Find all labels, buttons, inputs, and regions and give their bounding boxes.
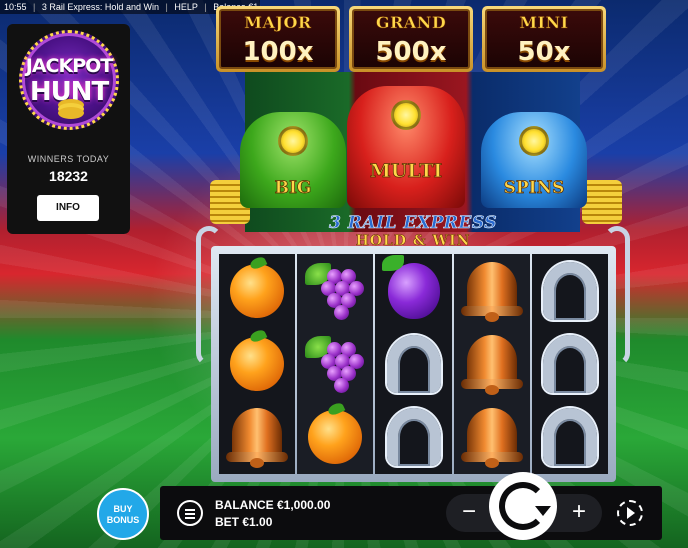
reel-column: [453, 254, 530, 474]
train-multi: MULTI: [347, 86, 465, 208]
separator: |: [204, 2, 207, 12]
reel-cell: [375, 254, 451, 327]
reel-cell: [532, 254, 608, 327]
hamburger-menu-icon[interactable]: [177, 500, 203, 526]
bet-display: BET €1.00: [215, 515, 273, 529]
reel-cell: [297, 327, 373, 400]
grapes-icon: [305, 332, 365, 396]
reel-cell: [454, 254, 530, 327]
reel-column: [375, 254, 452, 474]
jackpot-major: MAJOR 100x: [216, 6, 340, 72]
grapes-icon: [305, 259, 365, 323]
reel-cell: [297, 401, 373, 474]
reel-cell: [532, 327, 608, 400]
jackpot-grand: GRAND 500x: [349, 6, 473, 72]
reel-frame: [211, 246, 616, 482]
reel-column: [219, 254, 296, 474]
train-label: BIG: [274, 178, 312, 199]
buy-bonus-button[interactable]: BUY BONUS: [97, 488, 149, 540]
buy-bonus-label-line1: BUY: [113, 504, 133, 514]
balance-display: BALANCE €1,000.00: [215, 498, 331, 512]
reel-cell: [532, 401, 608, 474]
jackpot-multiplier: 100x: [242, 37, 314, 67]
clock: 10:55: [4, 2, 27, 12]
train-label: MULTI: [369, 160, 443, 183]
bell-icon: [460, 258, 523, 324]
reel-cell: [219, 327, 295, 400]
reel-cell: [297, 254, 373, 327]
separator: |: [33, 2, 36, 12]
bell-icon: [460, 404, 523, 470]
jackpot-name: MINI: [519, 13, 569, 33]
plum-icon: [381, 254, 440, 319]
info-button[interactable]: INFO: [37, 195, 99, 221]
separator: |: [165, 2, 168, 12]
jackpot-name: MAJOR: [244, 13, 312, 33]
orange-icon: [308, 410, 363, 465]
train-lamp-icon: [519, 126, 549, 156]
winners-today-count: 18232: [49, 168, 88, 184]
orange-icon: [230, 336, 285, 391]
reel-cell: [219, 254, 295, 327]
horseshoe-icon: [542, 408, 597, 467]
buy-bonus-label-line2: BONUS: [106, 515, 140, 525]
increase-bet-button[interactable]: +: [560, 494, 598, 532]
train-label: SPINS: [503, 178, 565, 199]
reel-cell: [454, 327, 530, 400]
decrease-bet-button[interactable]: −: [450, 494, 488, 532]
reel-cell: [375, 401, 451, 474]
jackpot-mini: MINI 50x: [482, 6, 606, 72]
autoplay-icon[interactable]: [617, 500, 643, 526]
train-lamp-icon: [278, 126, 308, 156]
reel-cell: [219, 401, 295, 474]
game-title: 3 Rail Express: Hold and Win: [41, 2, 159, 12]
spin-arrowhead-icon: [535, 506, 551, 516]
reel-cell: [454, 401, 530, 474]
horseshoe-icon: [386, 334, 441, 393]
logo-text-line1: JACKPOT: [25, 55, 113, 77]
spin-button[interactable]: [489, 472, 557, 540]
horseshoe-icon: [386, 408, 441, 467]
game-logo-title: 3 RAIL EXPRESS: [328, 213, 498, 234]
bell-icon: [460, 331, 523, 397]
reel-cell: [375, 327, 451, 400]
reel-column: [297, 254, 374, 474]
reel-column: [531, 254, 609, 474]
orange-icon: [230, 263, 285, 318]
help-link[interactable]: HELP: [174, 2, 198, 12]
control-bar: BALANCE €1,000.00 BET €1.00 − +: [160, 472, 662, 540]
train-lamp-icon: [391, 100, 421, 130]
jackpot-multiplier: 500x: [375, 37, 447, 67]
jackpot-multiplier: 50x: [517, 37, 571, 67]
jackpot-hunt-logo: JACKPOT HUNT: [19, 30, 119, 130]
horseshoe-icon: [542, 261, 597, 320]
jackpot-hunt-panel: JACKPOT HUNT WINNERS TODAY 18232 INFO: [7, 24, 130, 234]
horseshoe-icon: [542, 334, 597, 393]
winners-today-label: WINNERS TODAY: [27, 154, 110, 164]
bell-icon: [226, 404, 289, 470]
jackpot-name: GRAND: [375, 13, 447, 33]
coins-icon: [58, 107, 84, 119]
coin-stack-icon: [582, 180, 622, 224]
reel-grid: [219, 254, 609, 474]
logo-text-line2: HUNT: [29, 77, 109, 107]
train-spins: SPINS: [481, 112, 587, 208]
train-big: BIG: [240, 112, 346, 208]
